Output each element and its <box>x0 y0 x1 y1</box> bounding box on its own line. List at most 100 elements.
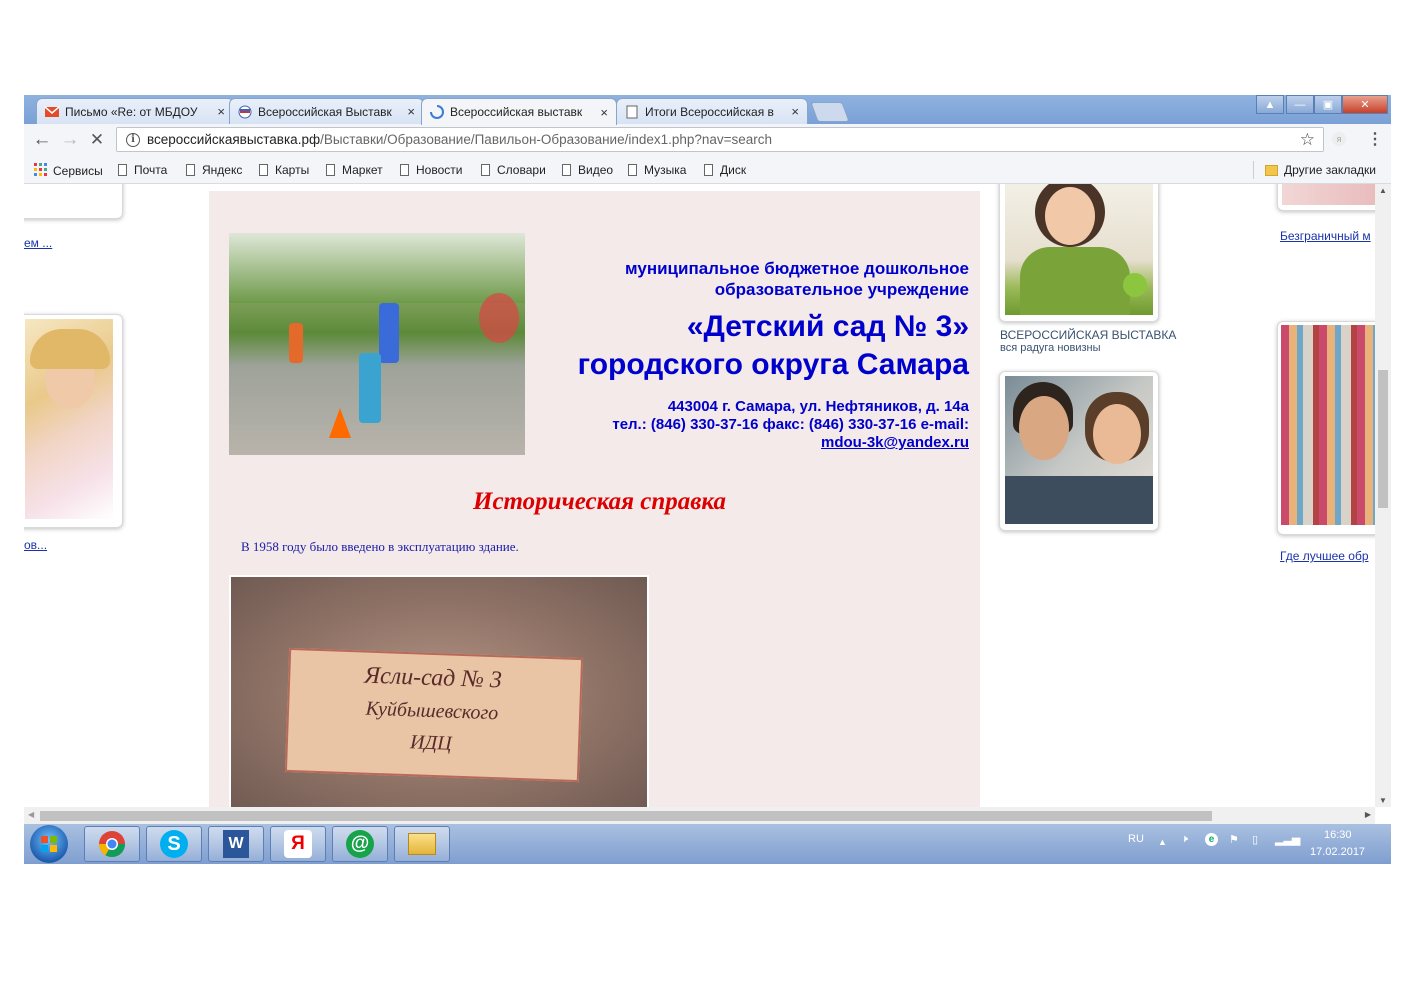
page-icon <box>625 105 639 119</box>
left-card-top[interactable] <box>24 184 123 219</box>
minimize-button[interactable]: — <box>1286 95 1314 114</box>
right-caption-sub: вся радуга новизны <box>1000 342 1101 354</box>
tab-mail[interactable]: Письмо «Re: от МБДОУ × <box>36 98 234 124</box>
scroll-right-icon[interactable]: ▶ <box>1365 810 1371 819</box>
vertical-scrollbar[interactable]: ▲ ▼ <box>1375 184 1391 807</box>
page-icon <box>326 164 335 176</box>
page-viewport: ем ... ов... муниципальное бюджетное дош… <box>24 184 1375 807</box>
right-card-teacher[interactable] <box>999 184 1159 322</box>
far-right-link-bottom[interactable]: Где лучшее обр <box>1280 549 1369 563</box>
plaque-photo: Ясли-сад № 3 Куйбышевского ИДЦ <box>229 575 649 807</box>
new-tab-button[interactable] <box>810 102 850 122</box>
horizontal-scroll-thumb[interactable] <box>40 811 1212 821</box>
left-link-top[interactable]: ем ... <box>24 236 52 250</box>
profile-button[interactable]: ▲ <box>1256 95 1284 114</box>
bookmarks-bar: Сервисы Почта Яндекс Карты Маркет Новост… <box>24 156 1391 184</box>
chrome-icon <box>98 831 126 858</box>
clock-date[interactable]: 17.02.2017 <box>1310 846 1365 858</box>
tab-label: Всероссийская Выставк <box>258 104 392 119</box>
far-right-card-top[interactable] <box>1277 184 1375 211</box>
scroll-left-icon[interactable]: ◀ <box>28 810 34 819</box>
taskbar-skype[interactable]: S <box>146 826 202 862</box>
right-caption-title: ВСЕРОССИЙСКАЯ ВЫСТАВКА <box>1000 328 1177 342</box>
clock-time[interactable]: 16:30 <box>1324 829 1352 841</box>
bookmark-item[interactable]: Маркет <box>326 163 383 177</box>
maximize-button[interactable]: ▣ <box>1314 95 1342 114</box>
bookmark-other[interactable]: Другие закладки <box>1265 163 1376 177</box>
bookmark-item[interactable]: Видео <box>562 163 613 177</box>
network-signal-icon[interactable]: ▂▃▅ <box>1275 833 1300 846</box>
far-right-top-image <box>1282 184 1375 205</box>
bookmark-item[interactable]: Словари <box>481 163 546 177</box>
close-window-button[interactable]: ✕ <box>1342 95 1388 114</box>
word-icon: W <box>223 830 249 858</box>
taskbar-mail-agent[interactable]: @ <box>332 826 388 862</box>
mail-icon <box>44 105 60 119</box>
far-right-card-photo[interactable] <box>1277 321 1375 535</box>
yandex-browser-icon: Я <box>284 830 312 858</box>
tab-label: Письмо «Re: от МБДОУ <box>65 104 198 119</box>
volume-icon[interactable]: 🕨 <box>1181 833 1188 846</box>
email-link[interactable]: mdou-3k@yandex.ru <box>821 434 969 451</box>
scroll-up-icon[interactable]: ▲ <box>1379 186 1387 195</box>
address-bar[interactable]: i всероссийскаявыставка.рф /Выставки/Обр… <box>116 127 1324 152</box>
tab-exhibition-active[interactable]: Всероссийская выставк × <box>421 98 617 125</box>
taskbar-yandex[interactable]: Я <box>270 826 326 862</box>
left-link-bottom[interactable]: ов... <box>24 538 47 552</box>
browser-toolbar: ← → ✕ i всероссийскаявыставка.рф /Выстав… <box>24 124 1391 156</box>
vertical-scroll-thumb[interactable] <box>1378 370 1388 508</box>
taskbar-explorer[interactable] <box>394 826 450 862</box>
scroll-down-icon[interactable]: ▼ <box>1379 796 1387 805</box>
tab-close-icon[interactable]: × <box>407 104 415 119</box>
apps-grid-icon <box>34 163 47 179</box>
bookmark-star-icon[interactable]: ☆ <box>1300 130 1315 150</box>
taskbar-word[interactable]: W <box>208 826 264 862</box>
bookmark-item[interactable]: Новости <box>400 163 462 177</box>
mail-agent-icon: @ <box>346 830 374 858</box>
page-icon <box>704 164 713 176</box>
right-card-couple[interactable] <box>999 371 1159 531</box>
extension-icon[interactable]: я <box>1332 132 1346 146</box>
back-button[interactable]: ← <box>30 128 54 152</box>
tab-close-icon[interactable]: × <box>600 105 608 120</box>
menu-dots-icon[interactable]: ⋮ <box>1367 129 1383 149</box>
tab-exhibition-1[interactable]: Всероссийская Выставк × <box>229 98 424 124</box>
stop-button[interactable]: ✕ <box>85 128 109 152</box>
far-right-link-top[interactable]: Безграничный м <box>1280 229 1371 243</box>
power-icon[interactable]: ▯ <box>1252 833 1258 846</box>
school-content-panel: муниципальное бюджетное дошкольное образ… <box>209 191 980 807</box>
action-center-flag-icon[interactable]: ⚑ <box>1229 833 1239 846</box>
taskbar-chrome[interactable] <box>84 826 140 862</box>
site-favicon-icon <box>238 105 252 119</box>
skype-icon: S <box>160 830 188 858</box>
tray-app-icon[interactable]: e <box>1205 833 1218 846</box>
language-indicator[interactable]: RU <box>1128 833 1144 845</box>
loading-spinner-icon <box>430 105 444 119</box>
institution-type: муниципальное бюджетное дошкольное образ… <box>625 259 969 299</box>
start-button[interactable] <box>30 825 68 863</box>
forward-button[interactable]: → <box>58 128 82 152</box>
bookmark-item[interactable]: Диск <box>704 163 746 177</box>
bookmark-item[interactable]: Карты <box>259 163 309 177</box>
page-icon <box>400 164 409 176</box>
tab-close-icon[interactable]: × <box>791 104 799 119</box>
folder-icon <box>408 833 436 855</box>
page-icon <box>628 164 637 176</box>
history-paragraph: В 1958 году было введено в эксплуатацию … <box>241 539 519 554</box>
tab-results[interactable]: Итоги Всероссийская в × <box>616 98 808 124</box>
horizontal-scrollbar[interactable]: ◀ ▶ <box>24 807 1375 824</box>
tray-expand-icon[interactable]: ▲ <box>1158 837 1167 847</box>
fabrics-photo <box>1281 325 1375 525</box>
page-icon <box>186 164 195 176</box>
tab-close-icon[interactable]: × <box>217 104 225 119</box>
bookmark-item[interactable]: Яндекс <box>186 163 242 177</box>
left-promo-image <box>25 319 113 519</box>
bookmark-item[interactable]: Музыка <box>628 163 686 177</box>
bookmark-apps[interactable]: Сервисы <box>34 163 103 179</box>
site-info-icon[interactable]: i <box>126 132 140 147</box>
left-card-photo[interactable] <box>24 314 123 528</box>
bookmark-item[interactable]: Почта <box>118 163 167 177</box>
page-icon <box>562 164 571 176</box>
tab-label: Всероссийская выставк <box>450 105 583 119</box>
stop-icon: ✕ <box>89 130 105 149</box>
